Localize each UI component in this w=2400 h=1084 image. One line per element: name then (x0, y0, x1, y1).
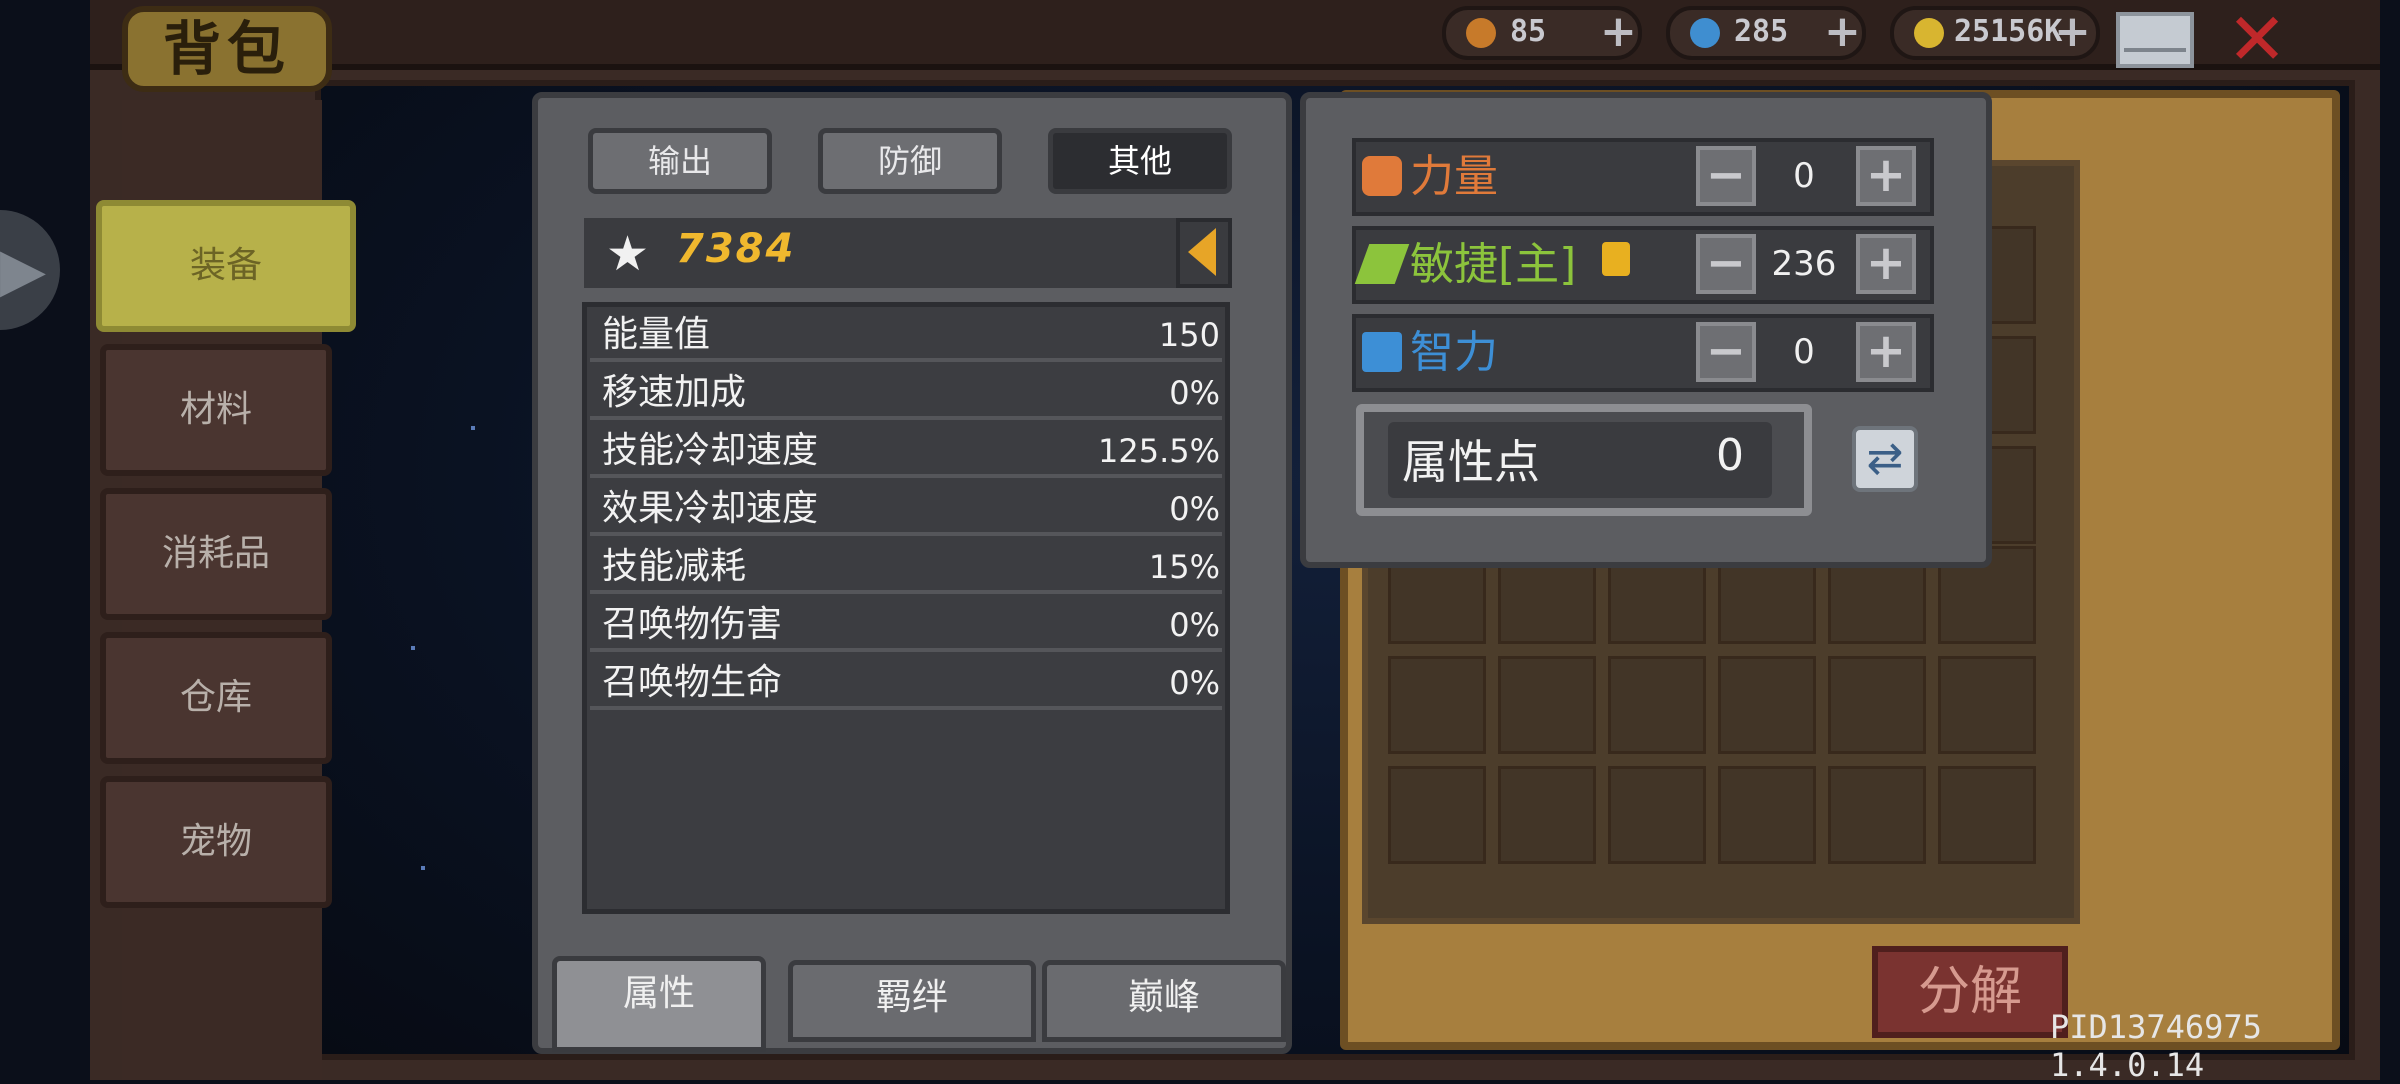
gold-coin-icon (1914, 18, 1944, 48)
main-attribute-lock-icon (1602, 242, 1630, 276)
add-energy-button[interactable]: + (1600, 6, 1637, 57)
stat-name: 能量值 (602, 314, 711, 355)
strength-fist-icon (1362, 156, 1402, 196)
energy-value: 85 (1510, 14, 1547, 49)
stat-name: 效果冷却速度 (602, 488, 819, 529)
energy-icon (1466, 18, 1496, 48)
attribute-label: 力量 (1410, 151, 1498, 202)
add-gem-button[interactable]: + (1824, 6, 1861, 57)
close-icon[interactable]: ✕ (2222, 3, 2292, 75)
gem-value: 285 (1734, 14, 1789, 49)
tab-other[interactable]: 其他 (1048, 128, 1232, 194)
tab-output[interactable]: 输出 (588, 128, 772, 194)
attribute-value: 236 (1771, 244, 1837, 284)
stat-value: 0% (1169, 374, 1220, 412)
stat-name: 召唤物伤害 (602, 604, 783, 645)
attribute-value: 0 (1793, 332, 1815, 372)
decrease-strength-button[interactable]: − (1696, 146, 1756, 206)
increase-strength-button[interactable]: + (1856, 146, 1916, 206)
expand-arrow-icon[interactable]: ▶ (0, 210, 60, 330)
power-score-bar (584, 218, 1184, 288)
attribute-points-value: 0 (1716, 430, 1744, 481)
sidebar-item-materials[interactable]: 材料 (100, 344, 332, 476)
attribute-value: 0 (1793, 156, 1815, 196)
star-icon: ★ (606, 226, 650, 282)
page-title: 背包 (162, 15, 291, 83)
stat-name: 召唤物生命 (602, 662, 783, 703)
stat-value: 15% (1148, 548, 1220, 586)
tab-peak[interactable]: 巅峰 (1042, 960, 1286, 1042)
stat-value: 150 (1158, 316, 1220, 354)
stat-value: 0% (1169, 664, 1220, 702)
collapse-arrow-icon (1188, 228, 1216, 276)
increase-intellect-button[interactable]: + (1856, 322, 1916, 382)
sidebar-item-pets[interactable]: 宠物 (100, 776, 332, 908)
pid-version-text: PID13746975 1.4.0.14 (2050, 1008, 2262, 1084)
stat-name: 技能减耗 (602, 546, 747, 587)
stat-value: 0% (1169, 490, 1220, 528)
gem-icon (1690, 18, 1720, 48)
increase-agility-button[interactable]: + (1856, 234, 1916, 294)
stat-name: 技能冷却速度 (602, 430, 819, 471)
attribute-points-label: 属性点 (1402, 435, 1540, 489)
tab-defense[interactable]: 防御 (818, 128, 1002, 194)
decrease-agility-button[interactable]: − (1696, 234, 1756, 294)
sidebar-item-warehouse[interactable]: 仓库 (100, 632, 332, 764)
tab-attributes[interactable]: 属性 (552, 956, 766, 1052)
stat-name: 移速加成 (602, 372, 747, 413)
gold-value: 25156K (1954, 14, 2063, 49)
reset-attributes-button[interactable]: ⇄ (1852, 426, 1918, 492)
stat-value: 0% (1169, 606, 1220, 644)
intellect-book-icon (1362, 332, 1402, 372)
tab-bonds[interactable]: 羁绊 (788, 960, 1036, 1042)
decrease-intellect-button[interactable]: − (1696, 322, 1756, 382)
stat-value: 125.5% (1097, 432, 1220, 470)
attribute-label: 敏捷[主] (1410, 239, 1577, 290)
power-score: 7384 (676, 226, 796, 272)
mail-icon[interactable] (2116, 12, 2194, 68)
sidebar-item-equipment[interactable]: 装备 (96, 200, 356, 332)
sidebar-item-consumables[interactable]: 消耗品 (100, 488, 332, 620)
add-gold-button[interactable]: + (2054, 6, 2091, 57)
decompose-button[interactable]: 分解 (1872, 946, 2068, 1038)
attribute-label: 智力 (1410, 327, 1498, 378)
